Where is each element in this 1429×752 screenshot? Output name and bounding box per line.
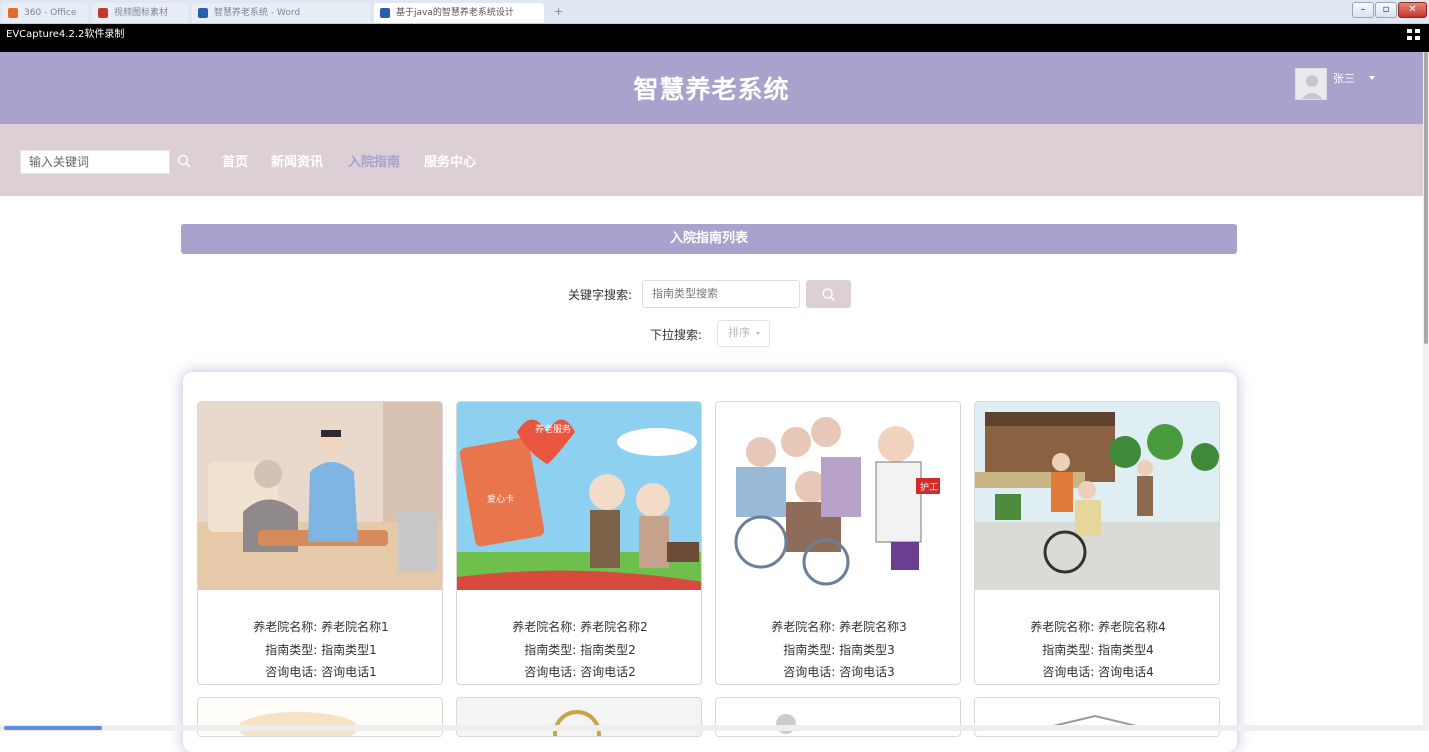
main-content: 入院指南列表 关键字搜索: 下拉搜索: 排序 [0, 196, 1423, 731]
card-image-caregiver: 护工 [716, 402, 961, 590]
new-tab-button[interactable]: + [554, 5, 563, 18]
maximize-button[interactable]: ▫ [1375, 2, 1397, 18]
card-text: 养老院名称: 养老院名称1 指南类型: 指南类型1 咨询电话: 咨询电话1 [198, 616, 443, 684]
browser-tab-label: 基于java的智慧养老系统设计 [396, 8, 514, 18]
keyword-label: 关键字搜索: [568, 286, 632, 303]
guide-card[interactable] [197, 697, 443, 737]
chevron-down-icon [756, 332, 760, 335]
guide-card[interactable]: 养老服务 爱心卡 养老院名称: 养老院名称2 指南类型: 指南类型2 咨询电话:… [456, 401, 702, 685]
username[interactable]: 张三 [1333, 70, 1355, 86]
avatar-icon [1296, 69, 1327, 100]
nav-item-service-center[interactable]: 服务中心 [424, 151, 476, 170]
card-text: 养老院名称: 养老院名称4 指南类型: 指南类型4 咨询电话: 咨询电话4 [975, 616, 1220, 684]
scrollbar-thumb[interactable] [4, 726, 102, 730]
capture-label: EVCapture4.2.2软件录制 [6, 29, 124, 40]
browser-tab-2[interactable]: 视频图标素材 [92, 3, 188, 23]
svg-text:护工: 护工 [920, 481, 938, 493]
guide-card[interactable]: 养老院名称: 养老院名称1 指南类型: 指南类型1 咨询电话: 咨询电话1 [197, 401, 443, 685]
guide-card[interactable] [715, 697, 961, 737]
card-image-nurse-room [198, 402, 443, 590]
close-button[interactable]: ✕ [1398, 2, 1427, 18]
svg-text:爱心卡: 爱心卡 [487, 493, 514, 505]
chevron-down-icon[interactable] [1369, 76, 1375, 80]
card-image-elderly-couple: 养老服务 爱心卡 [457, 402, 702, 590]
keyword-search-input[interactable] [642, 280, 800, 308]
sort-dropdown[interactable]: 排序 [717, 320, 770, 347]
card-text: 养老院名称: 养老院名称3 指南类型: 指南类型3 咨询电话: 咨询电话3 [716, 616, 961, 684]
card-image [716, 698, 961, 737]
image-icon [98, 8, 108, 18]
card-image [457, 698, 702, 737]
browser-tab-label: 智慧养老系统 - Word [214, 8, 300, 18]
browser-tab-label: 360 - Office [24, 8, 76, 18]
search-icon[interactable] [176, 153, 192, 169]
nav-item-home[interactable]: 首页 [222, 151, 248, 170]
page-icon [380, 8, 390, 18]
card-image [198, 698, 443, 737]
guide-card[interactable]: 护工 养老院名称: 养老院名称3 指南类型: 指南类型3 咨询电话: 咨询电话3 [715, 401, 961, 685]
browser-tab-3[interactable]: 智慧养老系统 - Word [192, 3, 370, 23]
vertical-scrollbar[interactable] [1423, 52, 1429, 731]
nav-item-admission-guide[interactable]: 入院指南 [348, 151, 400, 170]
browser-tabstrip: 360 - Office 视频图标素材 智慧养老系统 - Word 基于java… [0, 0, 1429, 24]
svg-text:养老服务: 养老服务 [535, 423, 571, 435]
user-avatar[interactable] [1295, 68, 1327, 100]
site-header: 智慧养老系统 张三 [0, 52, 1423, 124]
scrollbar-thumb[interactable] [1424, 52, 1428, 344]
minimize-button[interactable]: – [1352, 2, 1374, 18]
search-input[interactable] [20, 150, 170, 174]
site-title: 智慧养老系统 [0, 70, 1423, 106]
dropdown-label: 下拉搜索: [650, 326, 702, 343]
card-text: 养老院名称: 养老院名称2 指南类型: 指南类型2 咨询电话: 咨询电话2 [457, 616, 702, 684]
list-title: 入院指南列表 [181, 224, 1237, 254]
browser-tab-label: 视频图标素材 [114, 8, 168, 18]
card-image-nursing-home [975, 402, 1220, 590]
guide-card[interactable]: 养老院名称: 养老院名称4 指南类型: 指南类型4 咨询电话: 咨询电话4 [974, 401, 1220, 685]
horizontal-scrollbar[interactable] [0, 725, 1423, 731]
sort-dropdown-value: 排序 [728, 327, 750, 339]
capture-bar: EVCapture4.2.2软件录制 [0, 24, 1429, 52]
keyword-search-button[interactable] [806, 280, 851, 308]
word-icon [198, 8, 208, 18]
nav-item-news[interactable]: 新闻资讯 [271, 151, 323, 170]
browser-tab-1[interactable]: 360 - Office [2, 3, 88, 23]
fullscreen-icon[interactable] [1407, 29, 1421, 41]
cards-panel: 养老院名称: 养老院名称1 指南类型: 指南类型1 咨询电话: 咨询电话1 养老… [183, 372, 1237, 752]
guide-card[interactable] [456, 697, 702, 737]
office-icon [8, 8, 18, 18]
guide-card[interactable] [974, 697, 1220, 737]
search-icon [821, 287, 836, 302]
card-image [975, 698, 1220, 737]
browser-tab-4[interactable]: 基于java的智慧养老系统设计 [374, 3, 544, 23]
nav-bar: 首页 新闻资讯 入院指南 服务中心 [0, 124, 1423, 196]
